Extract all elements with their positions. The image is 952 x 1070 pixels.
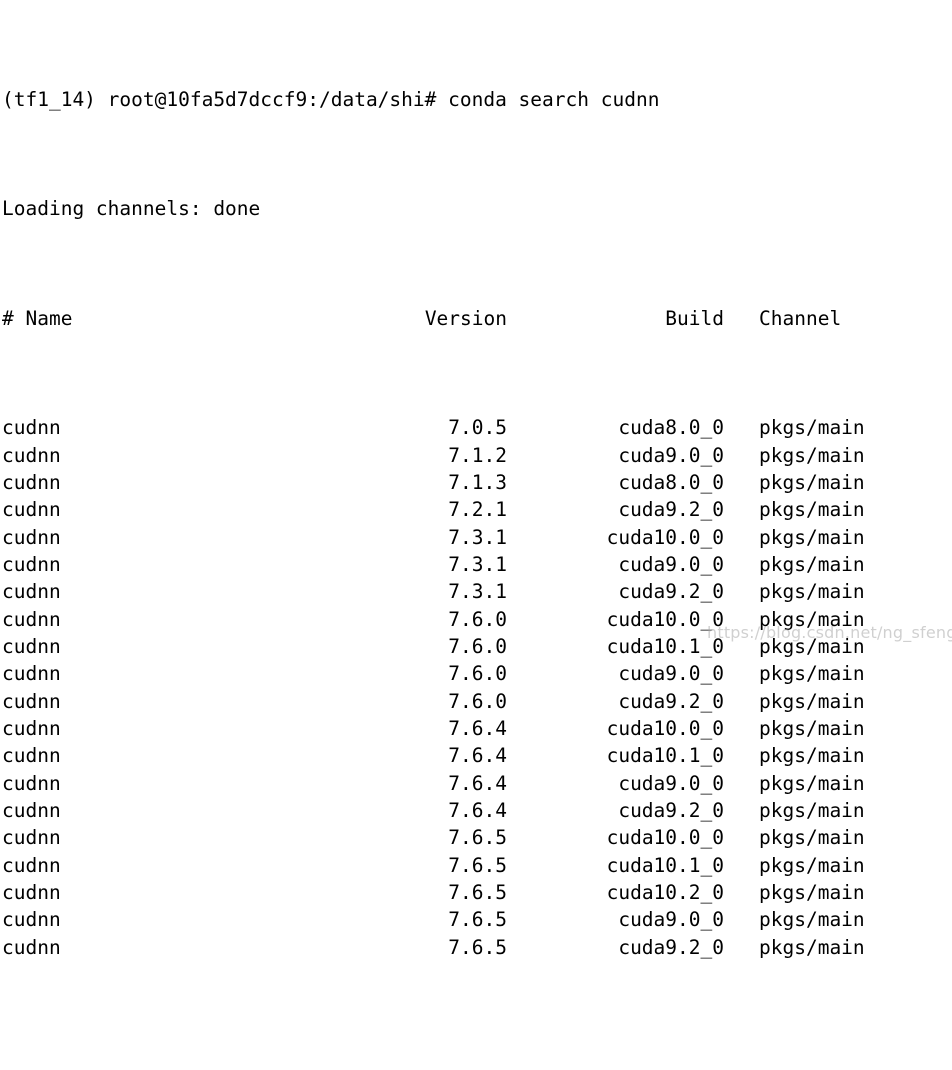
package-build: cuda8.0_0 xyxy=(618,416,724,440)
table-row: cudnn 7.6.5 cuda9.2_0 pkgs/main xyxy=(2,934,952,961)
table-row: cudnn 7.3.1 cuda9.0_0 pkgs/main xyxy=(2,551,952,578)
package-channel: pkgs/main xyxy=(759,853,865,877)
package-build: cuda9.2_0 xyxy=(618,498,724,522)
package-channel: pkgs/main xyxy=(759,826,865,850)
package-build: cuda10.0_0 xyxy=(606,716,724,740)
package-build: cuda9.2_0 xyxy=(618,689,724,713)
package-build: cuda10.1_0 xyxy=(606,853,724,877)
table-row: cudnn 7.6.0 cuda10.0_0 pkgs/main xyxy=(2,606,952,633)
table-row: cudnn 7.1.2 cuda9.0_0 pkgs/main xyxy=(2,442,952,469)
package-build: cuda8.0_0 xyxy=(618,470,724,494)
table-row: cudnn 7.6.4 cuda10.1_0 pkgs/main xyxy=(2,742,952,769)
package-build: cuda10.2_0 xyxy=(606,881,724,904)
package-build: cuda9.0_0 xyxy=(618,908,724,932)
package-channel: pkgs/main xyxy=(759,798,865,822)
package-channel: pkgs/main xyxy=(759,552,865,576)
table-row: cudnn 7.6.0 cuda9.0_0 pkgs/main xyxy=(2,660,952,687)
package-channel: pkgs/main xyxy=(759,908,865,932)
table-row: cudnn 7.6.5 cuda9.0_0 pkgs/main xyxy=(2,906,952,933)
package-channel: pkgs/main xyxy=(759,443,865,467)
table-row: cudnn 7.2.1 cuda9.2_0 pkgs/main xyxy=(2,496,952,523)
package-channel: pkgs/main xyxy=(759,634,865,658)
package-build: cuda9.0_0 xyxy=(618,552,724,576)
package-build: cuda10.0_0 xyxy=(606,525,724,549)
package-build: cuda9.2_0 xyxy=(618,935,724,959)
table-header-row: # Name Version Build Channel xyxy=(2,305,952,332)
package-channel: pkgs/main xyxy=(759,881,865,904)
package-build: cuda9.0_0 xyxy=(618,662,724,686)
loading-channels-status: Loading channels: done xyxy=(2,197,261,221)
package-channel: pkgs/main xyxy=(759,580,865,604)
table-row: cudnn 7.6.5 cuda10.0_0 pkgs/main xyxy=(2,824,952,851)
table-row: cudnn 7.6.5 cuda10.1_0 pkgs/main xyxy=(2,852,952,879)
package-build: cuda9.2_0 xyxy=(618,798,724,822)
package-channel: pkgs/main xyxy=(759,470,865,494)
package-build: cuda10.0_0 xyxy=(606,826,724,850)
table-row: cudnn 7.6.5 cuda10.2_0 pkgs/main xyxy=(2,879,952,906)
column-header-build: Build xyxy=(665,306,724,330)
package-list: cudnn 7.0.5 cuda8.0_0 pkgs/main cudnn 7.1.2 cu… xyxy=(2,414,952,961)
column-header-channel: Channel xyxy=(759,306,842,330)
table-row: cudnn 7.0.5 cuda8.0_0 pkgs/main xyxy=(2,414,952,441)
table-row: cudnn 7.6.4 cuda10.0_0 pkgs/main xyxy=(2,715,952,742)
package-channel: pkgs/main xyxy=(759,525,865,549)
package-channel: pkgs/main xyxy=(759,662,865,686)
table-row: cudnn 7.3.1 cuda9.2_0 pkgs/main xyxy=(2,578,952,605)
table-row: cudnn 7.6.4 cuda9.2_0 pkgs/main xyxy=(2,797,952,824)
table-row: cudnn 7.6.4 cuda9.0_0 pkgs/main xyxy=(2,770,952,797)
package-channel: pkgs/main xyxy=(759,689,865,713)
package-build: cuda10.0_0 xyxy=(606,607,724,631)
table-row: cudnn 7.6.0 cuda10.1_0 pkgs/main xyxy=(2,633,952,660)
package-channel: pkgs/main xyxy=(759,716,865,740)
package-build: cuda10.1_0 xyxy=(606,744,724,768)
package-build: cuda10.1_0 xyxy=(606,634,724,658)
package-channel: pkgs/main xyxy=(759,771,865,795)
package-channel: pkgs/main xyxy=(759,607,865,631)
package-channel: pkgs/main xyxy=(759,416,865,440)
package-build: cuda9.0_0 xyxy=(618,771,724,795)
package-build: cuda9.0_0 xyxy=(618,443,724,467)
terminal-output[interactable]: (tf1_14) root@10fa5d7dccf9:/data/shi# co… xyxy=(0,0,952,959)
table-row: cudnn 7.3.1 cuda10.0_0 pkgs/main xyxy=(2,524,952,551)
package-channel: pkgs/main xyxy=(759,498,865,522)
table-row: cudnn 7.6.0 cuda9.2_0 pkgs/main xyxy=(2,688,952,715)
shell-prompt-line: (tf1_14) root@10fa5d7dccf9:/data/shi# co… xyxy=(2,88,660,112)
package-build: cuda9.2_0 xyxy=(618,580,724,604)
table-row: cudnn 7.1.3 cuda8.0_0 pkgs/main xyxy=(2,469,952,496)
package-channel: pkgs/main xyxy=(759,744,865,768)
package-channel: pkgs/main xyxy=(759,935,865,959)
